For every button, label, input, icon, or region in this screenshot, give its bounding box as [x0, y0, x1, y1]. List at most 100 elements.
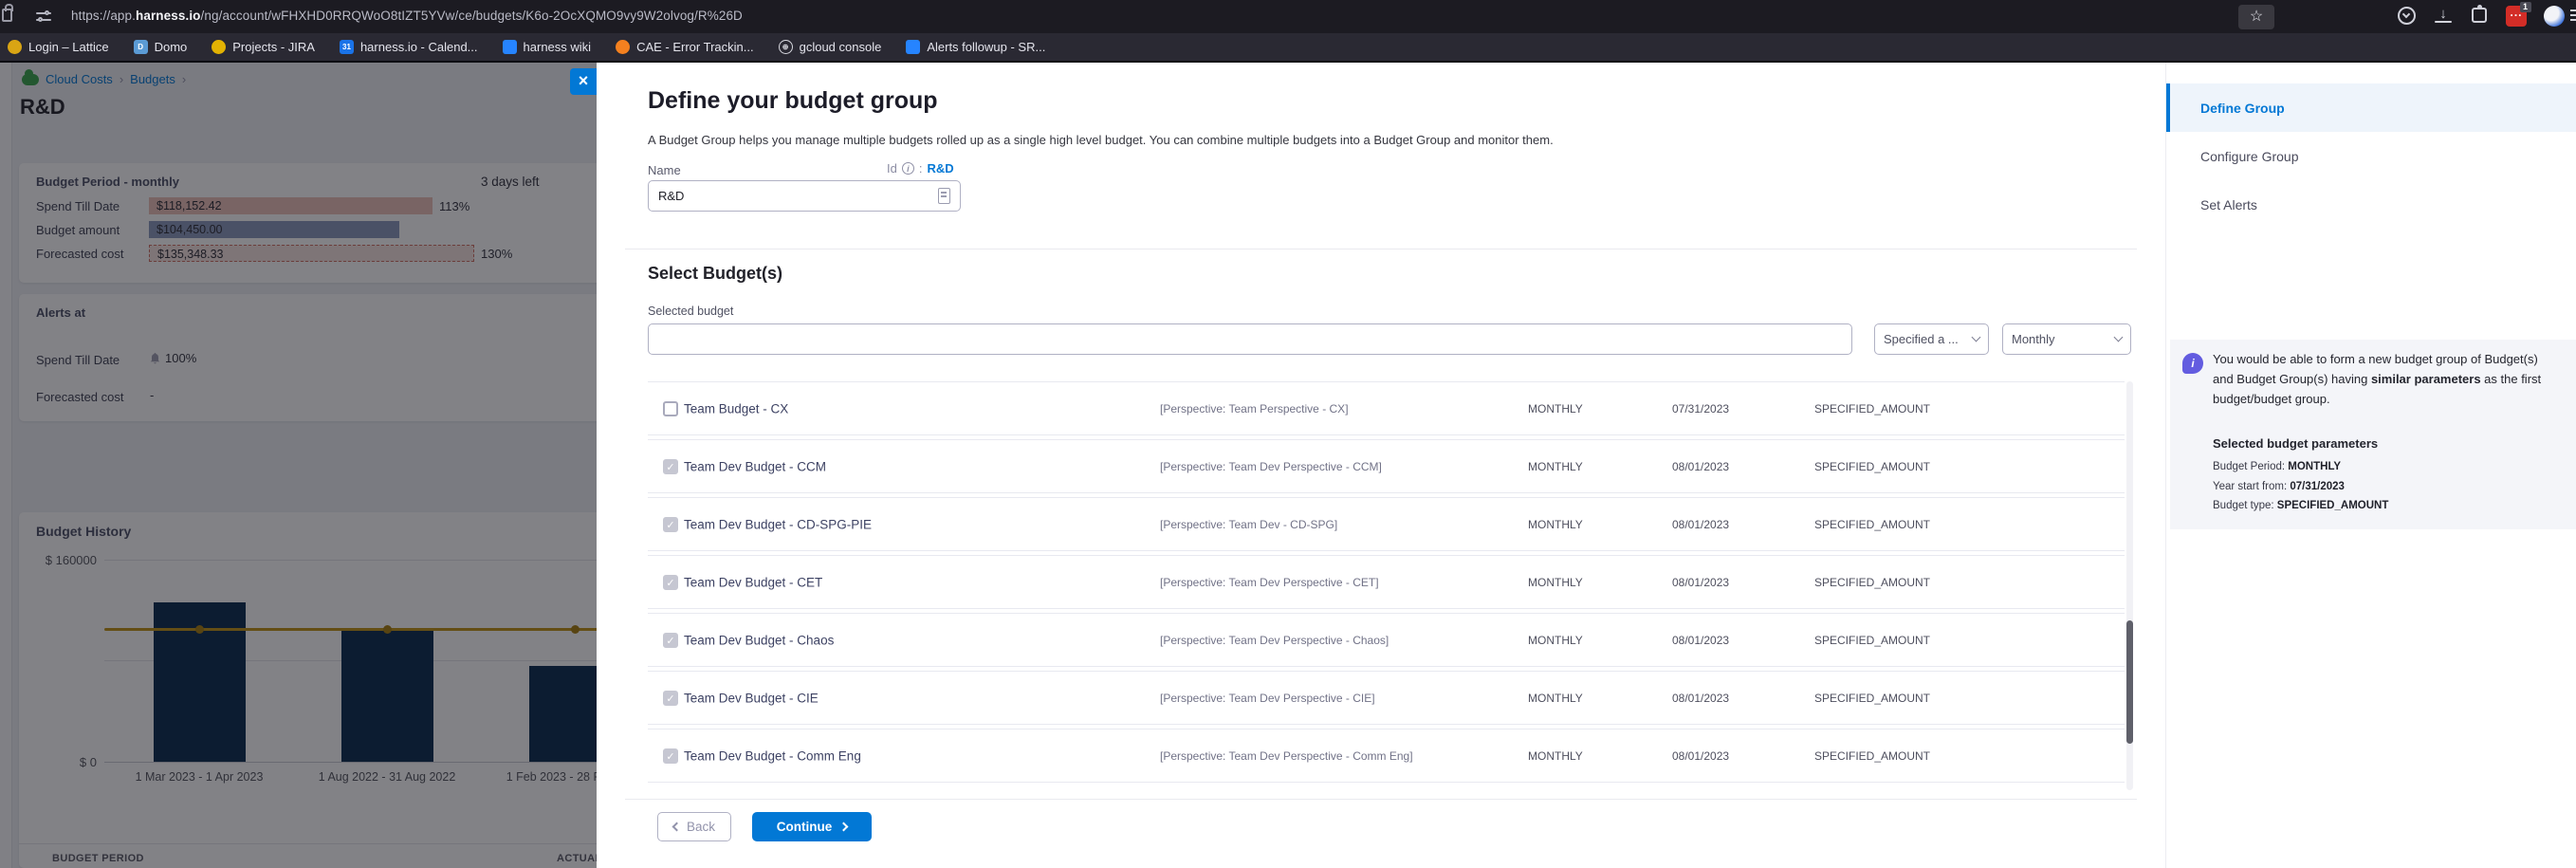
- cae-favicon: [616, 40, 630, 54]
- hint-bubble-icon: i: [2182, 353, 2203, 374]
- extension-badge: 1: [2520, 2, 2531, 12]
- budget-perspective: [Perspective: Team Dev - CD-SPG]: [1160, 518, 1337, 531]
- selected-budget-parameters: Budget Period: MONTHLYYear start from: 0…: [2213, 457, 2388, 516]
- budget-row[interactable]: ✓Team Dev Budget - CCM[Perspective: Team…: [648, 439, 2125, 493]
- budget-type: SPECIFIED_AMOUNT: [1814, 634, 1930, 647]
- id-value: R&D: [927, 161, 953, 175]
- period-dropdown[interactable]: Monthly: [2002, 323, 2131, 355]
- budget-start-date: 08/01/2023: [1672, 518, 1729, 531]
- back-button[interactable]: Back: [657, 812, 731, 841]
- chrome-separator: [0, 61, 2576, 63]
- budget-type: SPECIFIED_AMOUNT: [1814, 460, 1930, 473]
- budget-parameter: Year start from: 07/31/2023: [2213, 477, 2388, 497]
- bookmark-label: Domo: [155, 40, 188, 54]
- bookmark-item[interactable]: Alerts followup - SR...: [906, 40, 1045, 54]
- extension-icon[interactable]: [2472, 8, 2487, 23]
- budget-row[interactable]: ✓Team Dev Budget - Chaos[Perspective: Te…: [648, 613, 2125, 667]
- budget-perspective: [Perspective: Team Dev Perspective - CIE…: [1160, 692, 1375, 705]
- hint-message: You would be able to form a new budget g…: [2213, 349, 2556, 409]
- url-field[interactable]: https://app.harness.io/ng/account/wFHXHD…: [71, 9, 743, 23]
- budget-checkbox[interactable]: ✓: [663, 691, 678, 706]
- budget-list: Team Budget - CX[Perspective: Team Persp…: [648, 381, 2125, 790]
- chevron-right-icon: [839, 822, 849, 832]
- budget-start-date: 08/01/2023: [1672, 749, 1729, 763]
- hint-panel: i You would be able to form a new budget…: [2170, 340, 2576, 529]
- budget-row[interactable]: ✓ Team Dev Budget - Comm Eng [Perspective:…: [648, 729, 2125, 783]
- budget-checkbox[interactable]: ✓: [663, 517, 678, 532]
- budget-row[interactable]: ✓Team Dev Budget - CIE[Perspective: Team…: [648, 671, 2125, 725]
- budget-checkbox[interactable]: ✓: [663, 633, 678, 648]
- continue-button[interactable]: Continue: [752, 812, 872, 841]
- budget-start-date: 07/31/2023: [1672, 402, 1729, 416]
- browser-toolbar: https://app.harness.io/ng/account/wFHXHD…: [0, 0, 2576, 33]
- wizard-steps: Define Group Configure Group Set Alerts: [2166, 83, 2576, 229]
- budget-checkbox[interactable]: [663, 401, 678, 416]
- scrollbar-thumb[interactable]: [2126, 620, 2133, 744]
- bookmark-item[interactable]: 31harness.io - Calend...: [340, 40, 478, 54]
- bookmark-item[interactable]: CAE - Error Trackin...: [616, 40, 754, 54]
- confluence-favicon: [503, 40, 517, 54]
- lock-icon[interactable]: [2, 9, 12, 22]
- budget-row[interactable]: Team Budget - CX[Perspective: Team Persp…: [648, 381, 2125, 435]
- budget-checkbox[interactable]: ✓: [663, 459, 678, 474]
- bookmark-item[interactable]: Projects - JIRA: [212, 40, 315, 54]
- wizard-rail: Define Group Configure Group Set Alerts i …: [2165, 63, 2576, 868]
- selected-budget-label: Selected budget: [648, 305, 733, 318]
- chevron-left-icon: [672, 822, 682, 832]
- budget-period: MONTHLY: [1528, 576, 1583, 589]
- lastpass-icon[interactable]: ...1: [2506, 6, 2527, 27]
- lattice-favicon: [8, 40, 22, 54]
- budget-name: Team Dev Budget - CD-SPG-PIE: [684, 517, 872, 531]
- divider: [625, 799, 2137, 800]
- budget-period: MONTHLY: [1528, 460, 1583, 473]
- budget-start-date: 08/01/2023: [1672, 576, 1729, 589]
- bookmark-item[interactable]: harness wiki: [503, 40, 592, 54]
- wizard-step-label: Configure Group: [2200, 149, 2299, 164]
- budget-perspective: [Perspective: Team Dev Perspective - Com…: [1160, 749, 1413, 763]
- bookmark-label: harness wiki: [524, 40, 592, 54]
- bookmark-star-icon[interactable]: ☆: [2238, 5, 2274, 29]
- domo-favicon: D: [134, 40, 148, 54]
- profile-avatar[interactable]: [2544, 6, 2565, 27]
- wizard-step-define-group[interactable]: Define Group: [2166, 83, 2576, 132]
- permissions-icon[interactable]: [36, 11, 51, 22]
- selected-budget-input[interactable]: [648, 323, 1852, 355]
- budget-checkbox[interactable]: ✓: [663, 575, 678, 590]
- budget-row[interactable]: ✓ Team Dev Budget - CD-SPG-PIE [Perspectiv…: [648, 497, 2125, 551]
- budget-type: SPECIFIED_AMOUNT: [1814, 692, 1930, 705]
- budget-parameter: Budget type: SPECIFIED_AMOUNT: [2213, 496, 2388, 516]
- bookmark-item[interactable]: D Domo: [134, 40, 188, 54]
- info-icon[interactable]: i: [902, 162, 914, 175]
- budget-perspective: [Perspective: Team Dev Perspective - Cha…: [1160, 634, 1389, 647]
- name-input[interactable]: [648, 180, 961, 212]
- budget-period: MONTHLY: [1528, 518, 1583, 531]
- download-icon[interactable]: ↓: [2435, 8, 2452, 23]
- bookmark-item[interactable]: ⊕gcloud console: [779, 40, 882, 54]
- budget-perspective: [Perspective: Team Dev Perspective - CCM…: [1160, 460, 1382, 473]
- budget-type-dropdown[interactable]: Specified a ...: [1874, 323, 1989, 355]
- pocket-icon[interactable]: [2398, 7, 2416, 25]
- chevron-down-icon: [1972, 333, 1981, 342]
- close-button[interactable]: ×: [570, 68, 597, 95]
- budget-checkbox[interactable]: ✓: [663, 748, 678, 764]
- modal-title: Define your budget group: [648, 87, 938, 115]
- budget-name: Team Dev Budget - Comm Eng: [684, 748, 861, 763]
- confluence-favicon: [906, 40, 920, 54]
- wizard-step-label: Define Group: [2200, 101, 2285, 116]
- budget-period: MONTHLY: [1528, 692, 1583, 705]
- budget-start-date: 08/01/2023: [1672, 692, 1729, 705]
- wizard-step-configure-group[interactable]: Configure Group: [2166, 132, 2576, 180]
- selected-budget-parameters-title: Selected budget parameters: [2213, 436, 2378, 451]
- name-label: Name: [648, 163, 681, 177]
- budget-row[interactable]: ✓Team Dev Budget - CET[Perspective: Team…: [648, 555, 2125, 609]
- budget-parameter: Budget Period: MONTHLY: [2213, 457, 2388, 477]
- wizard-step-set-alerts[interactable]: Set Alerts: [2166, 180, 2576, 229]
- bookmark-item[interactable]: Login – Lattice: [8, 40, 109, 54]
- name-input-icon[interactable]: [938, 188, 950, 204]
- budget-group-wizard: Define your budget group A Budget Group …: [597, 63, 2165, 868]
- select-budgets-title: Select Budget(s): [648, 264, 782, 284]
- budget-type: SPECIFIED_AMOUNT: [1814, 518, 1930, 531]
- menu-icon[interactable]: [2570, 9, 2576, 24]
- jira-favicon: [212, 40, 226, 54]
- chevron-down-icon: [2114, 333, 2124, 342]
